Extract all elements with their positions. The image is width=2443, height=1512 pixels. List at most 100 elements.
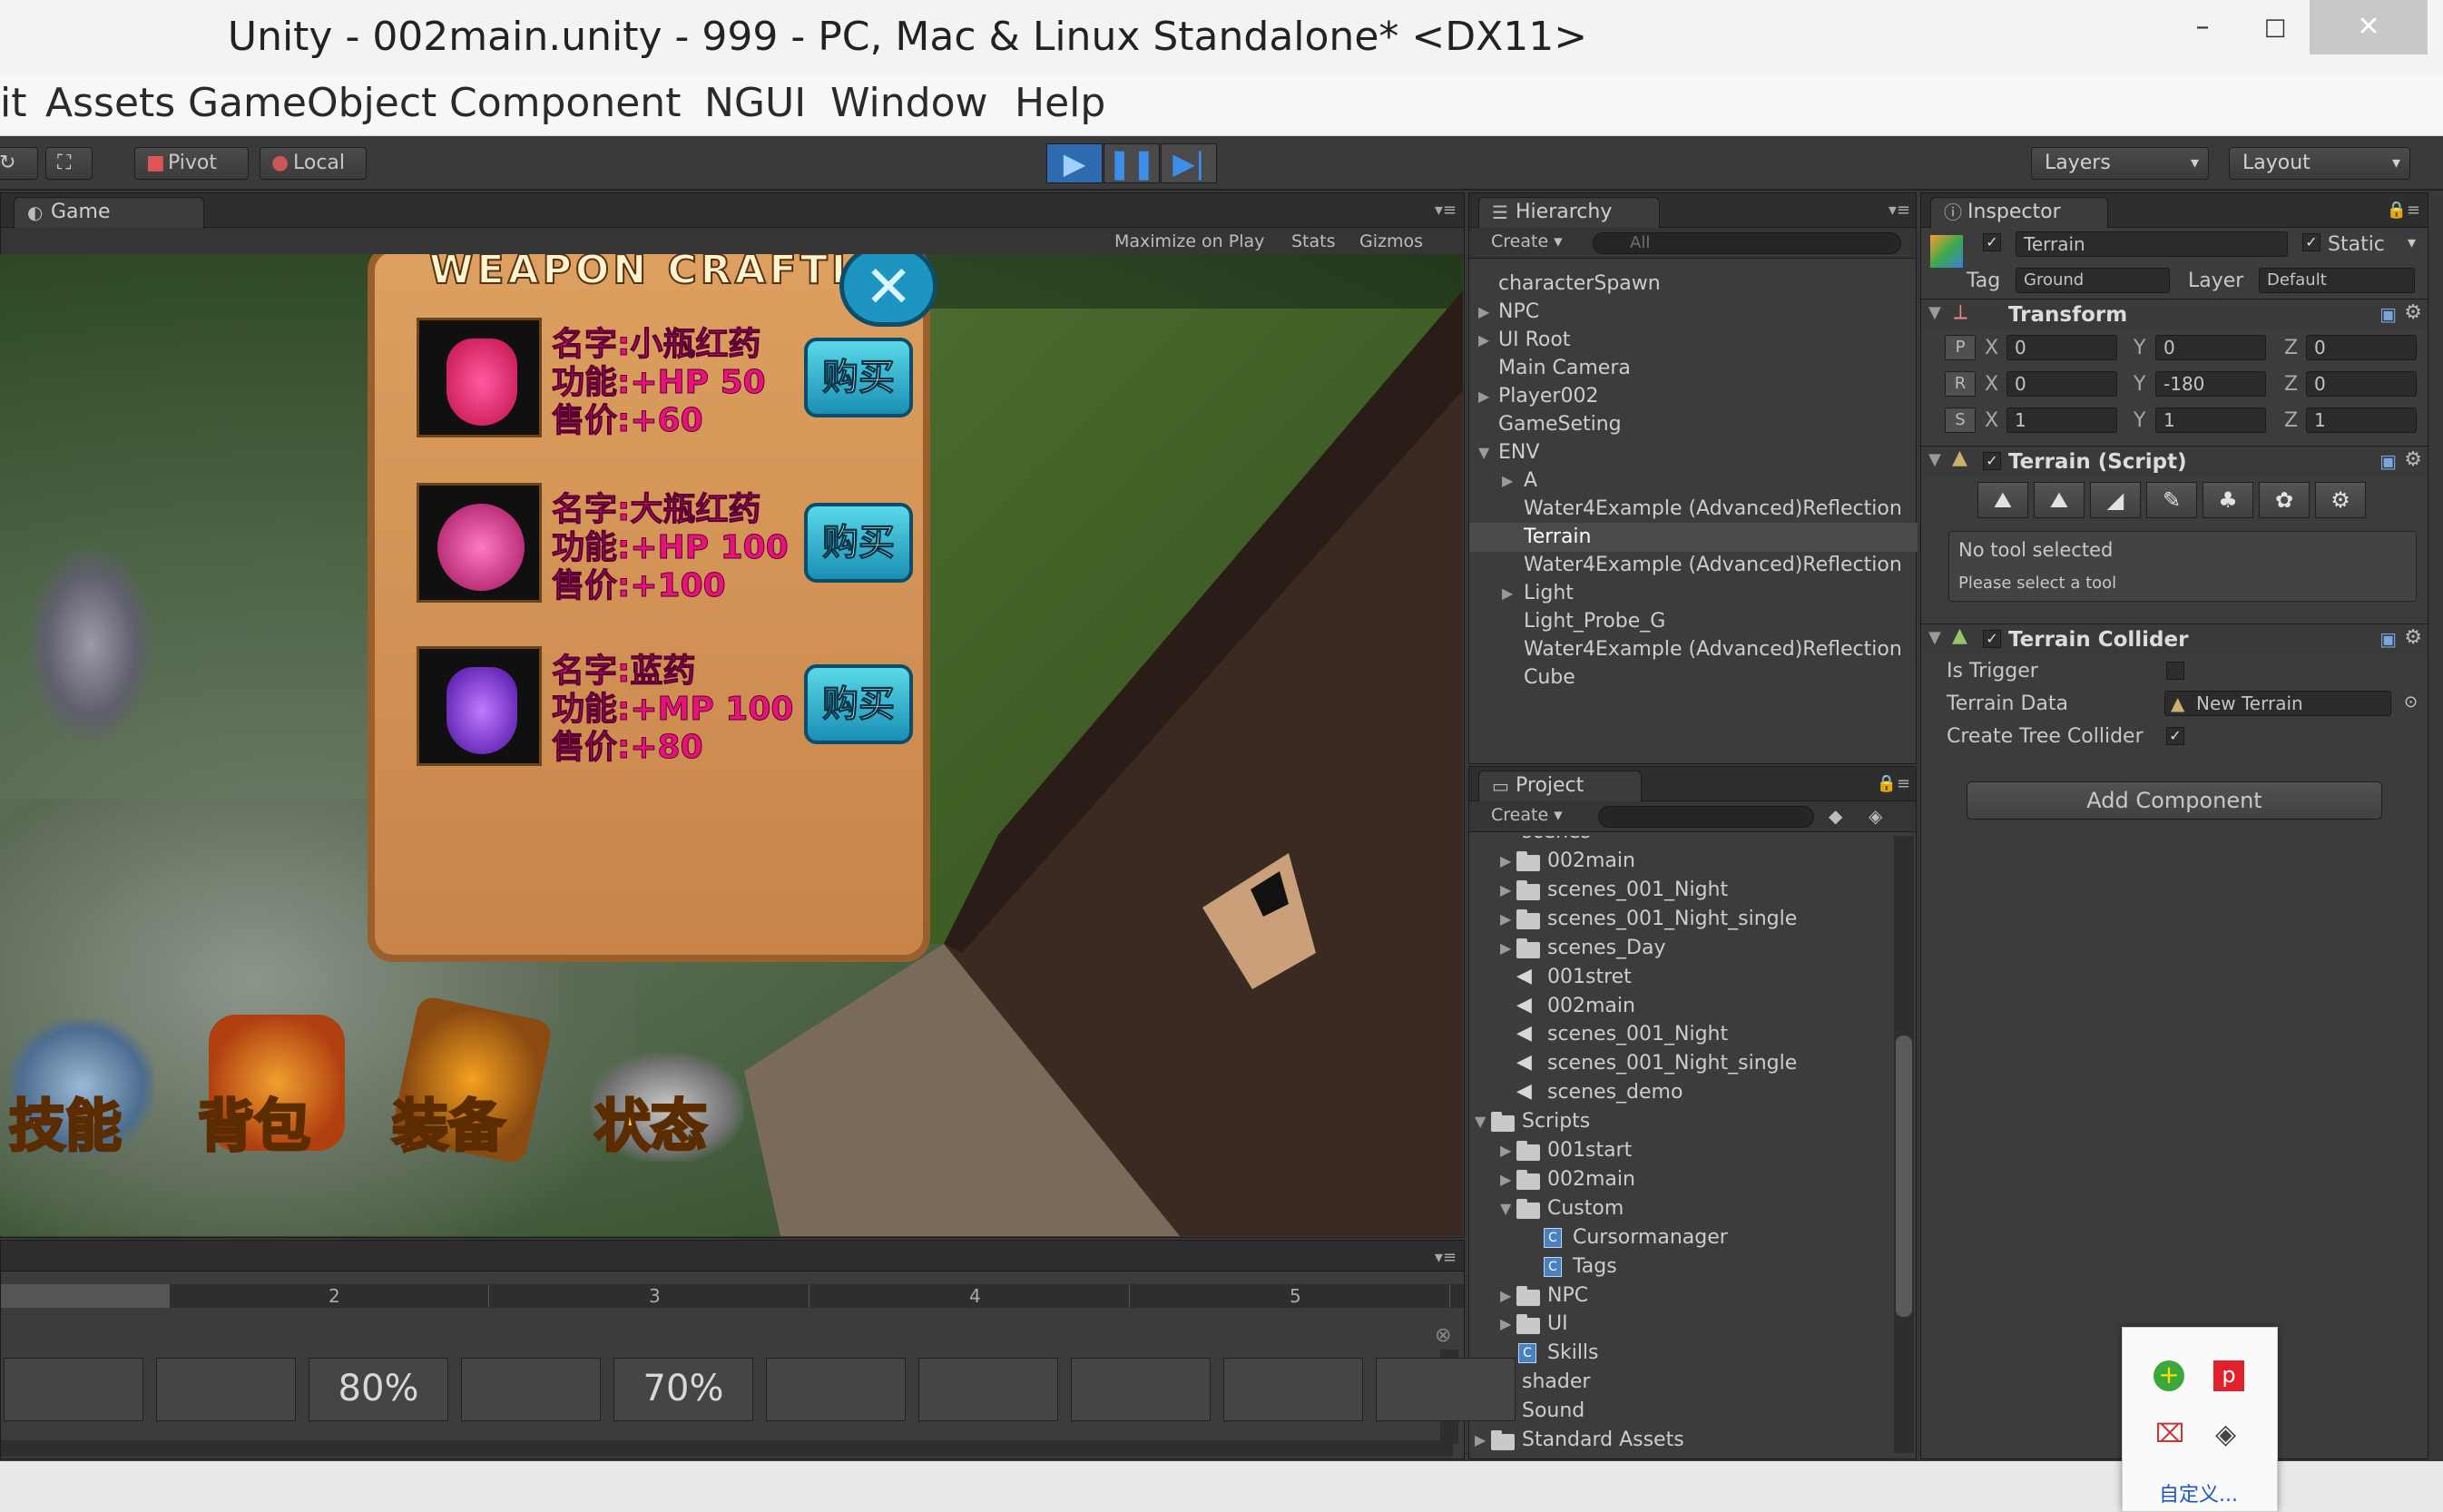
project-item[interactable]: Scripts — [1522, 1107, 1590, 1136]
menu-gameobject[interactable]: GameObject — [188, 80, 437, 126]
enabled-checkbox[interactable]: ✓ — [1983, 452, 2001, 470]
expand-arrow-icon[interactable]: ▶ — [1478, 382, 1489, 411]
expand-arrow-icon[interactable]: ▶ — [1500, 876, 1511, 905]
project-item[interactable]: 002main — [1547, 1165, 1635, 1194]
menu-help[interactable]: Help — [1015, 80, 1105, 126]
timeline-hscroll[interactable] — [1, 1440, 1453, 1457]
hierarchy-item[interactable]: Terrain — [1524, 523, 1591, 552]
smooth-height-tool[interactable]: ◢ — [2090, 482, 2141, 518]
hud-bag-button[interactable]: 背包 — [196, 1080, 311, 1162]
hierarchy-item[interactable]: Main Camera — [1498, 354, 1631, 383]
help-icon[interactable]: ▣ — [2379, 450, 2397, 472]
menu-edit[interactable]: it — [0, 80, 26, 126]
layers-dropdown[interactable]: Layers — [2031, 147, 2209, 180]
project-item[interactable]: shader — [1522, 1368, 1590, 1397]
lock-icon[interactable]: 🔒≡ — [2387, 201, 2421, 220]
timeline-keyframe-cell[interactable]: 80% — [309, 1358, 448, 1421]
shop-close-button[interactable]: ✕ — [839, 254, 937, 327]
help-icon[interactable]: ▣ — [2379, 303, 2397, 325]
timeline-keyframe-cell[interactable] — [1223, 1358, 1363, 1421]
project-item[interactable]: NPC — [1547, 1281, 1588, 1311]
timeline-keyframe-cell[interactable] — [1071, 1358, 1211, 1421]
buy-button[interactable]: 购买 — [804, 664, 913, 744]
tray-app-icon[interactable]: + — [2154, 1360, 2184, 1391]
rot-z-field[interactable]: 0 — [2306, 371, 2417, 397]
project-item[interactable]: scenes_demo — [1547, 1078, 1683, 1107]
gear-icon[interactable]: ⚙ — [2404, 448, 2422, 471]
project-item[interactable]: Standard Assets — [1522, 1426, 1684, 1453]
paint-height-tool[interactable]: ⛰ — [2034, 482, 2085, 518]
pivot-toggle[interactable]: ■ Pivot — [134, 147, 249, 180]
expand-arrow-icon[interactable]: ▶ — [1500, 934, 1511, 963]
gear-icon[interactable]: ⚙ — [2404, 301, 2422, 324]
create-dropdown[interactable]: Create ▾ — [1491, 231, 1563, 251]
terrain-data-field[interactable]: ▲ New Terrain — [2164, 691, 2391, 716]
scale-tool-button[interactable]: ⛶ — [45, 147, 93, 180]
paint-texture-tool[interactable]: ✎ — [2146, 482, 2197, 518]
clear-icon[interactable]: ⊗ — [1435, 1324, 1451, 1347]
tray-pdf-icon[interactable]: p — [2213, 1360, 2244, 1391]
object-name-field[interactable]: Terrain — [2016, 231, 2288, 257]
hierarchy-item[interactable]: Light_Probe_G — [1524, 607, 1665, 636]
terrain-collider-header[interactable]: ▼ ▲ ✓ Terrain Collider ▣ ⚙ — [1921, 623, 2428, 654]
hierarchy-item[interactable]: ENV — [1498, 438, 1539, 467]
expand-arrow-icon[interactable]: ▼ — [1500, 1194, 1511, 1223]
close-button[interactable]: ✕ — [2310, 0, 2428, 54]
layout-dropdown[interactable]: Layout — [2229, 147, 2410, 180]
project-item[interactable]: scenes — [1522, 836, 1591, 847]
project-item[interactable]: scenes_001_Night_single — [1547, 1049, 1797, 1078]
panel-menu-icon[interactable]: ▾≡ — [1889, 201, 1910, 220]
timeline-keyframe-cell[interactable] — [918, 1358, 1058, 1421]
pause-button[interactable]: ❚❚ — [1104, 143, 1160, 183]
hierarchy-item[interactable]: Light — [1524, 579, 1574, 608]
hierarchy-item[interactable]: A — [1524, 466, 1537, 496]
expand-arrow-icon[interactable]: ▶ — [1500, 1136, 1511, 1165]
project-item[interactable]: 002main — [1547, 847, 1635, 876]
tray-unity-icon[interactable]: ◈ — [2215, 1419, 2236, 1450]
raise-terrain-tool[interactable]: ⛰ — [1977, 482, 2028, 518]
project-item[interactable]: scenes_001_Night — [1547, 876, 1728, 905]
pos-x-field[interactable]: 0 — [2006, 335, 2117, 360]
timeline-keyframe-cell[interactable] — [156, 1358, 296, 1421]
project-item[interactable]: scenes_001_Night — [1547, 1020, 1728, 1049]
expand-arrow-icon[interactable]: ▶ — [1500, 905, 1511, 934]
project-item[interactable]: Sound — [1522, 1397, 1585, 1426]
pos-y-field[interactable]: 0 — [2155, 335, 2266, 360]
hierarchy-item[interactable]: Water4Example (Advanced)Reflection — [1524, 635, 1902, 664]
project-item[interactable]: 001start — [1547, 1136, 1632, 1165]
transform-header[interactable]: ▼ ⟂ Transform ▣ ⚙ — [1921, 299, 2428, 329]
menu-component[interactable]: Component — [449, 80, 681, 126]
hierarchy-item[interactable]: GameSeting — [1498, 410, 1622, 439]
timeline-keyframe-cell[interactable]: 70% — [613, 1358, 753, 1421]
hierarchy-item[interactable]: Water4Example (Advanced)Reflection — [1524, 495, 1902, 524]
add-component-button[interactable]: Add Component — [1967, 781, 2382, 820]
pos-z-field[interactable]: 0 — [2306, 335, 2417, 360]
paint-details-tool[interactable]: ✿ — [2259, 482, 2310, 518]
expand-arrow-icon[interactable]: ▶ — [1500, 1310, 1511, 1339]
gizmos-dropdown[interactable]: Gizmos — [1359, 231, 1423, 251]
hierarchy-item[interactable]: NPC — [1498, 298, 1539, 327]
expand-arrow-icon[interactable]: ▶ — [1502, 466, 1513, 496]
timeline-range[interactable] — [1, 1284, 170, 1308]
menu-window[interactable]: Window — [830, 80, 988, 126]
buy-button[interactable]: 购买 — [804, 503, 913, 583]
project-item[interactable]: Tags — [1573, 1252, 1617, 1281]
menu-ngui[interactable]: NGUI — [704, 80, 806, 126]
create-dropdown[interactable]: Create ▾ — [1491, 805, 1563, 825]
panel-menu-icon[interactable]: ▾≡ — [1435, 1248, 1457, 1267]
scale-x-field[interactable]: 1 — [2006, 407, 2117, 433]
project-item[interactable]: Cursormanager — [1573, 1223, 1728, 1252]
expand-arrow-icon[interactable]: ▶ — [1500, 1281, 1511, 1311]
rotate-tool-button[interactable]: ↻ — [0, 147, 38, 180]
menu-assets[interactable]: Assets — [45, 80, 175, 126]
enabled-checkbox[interactable]: ✓ — [1983, 630, 2001, 648]
static-checkbox[interactable]: ✓ — [2302, 233, 2320, 251]
project-item[interactable]: 001stret — [1547, 963, 1632, 992]
gear-icon[interactable]: ⚙ — [2404, 626, 2422, 649]
transform-r-button[interactable]: R — [1945, 371, 1976, 397]
project-search-input[interactable] — [1598, 806, 1814, 828]
terrain-settings-tool[interactable]: ⚙ — [2315, 482, 2366, 518]
hierarchy-item[interactable]: characterSpawn — [1498, 270, 1661, 299]
project-item[interactable]: UI — [1547, 1310, 1568, 1339]
hierarchy-item[interactable]: UI Root — [1498, 326, 1570, 355]
